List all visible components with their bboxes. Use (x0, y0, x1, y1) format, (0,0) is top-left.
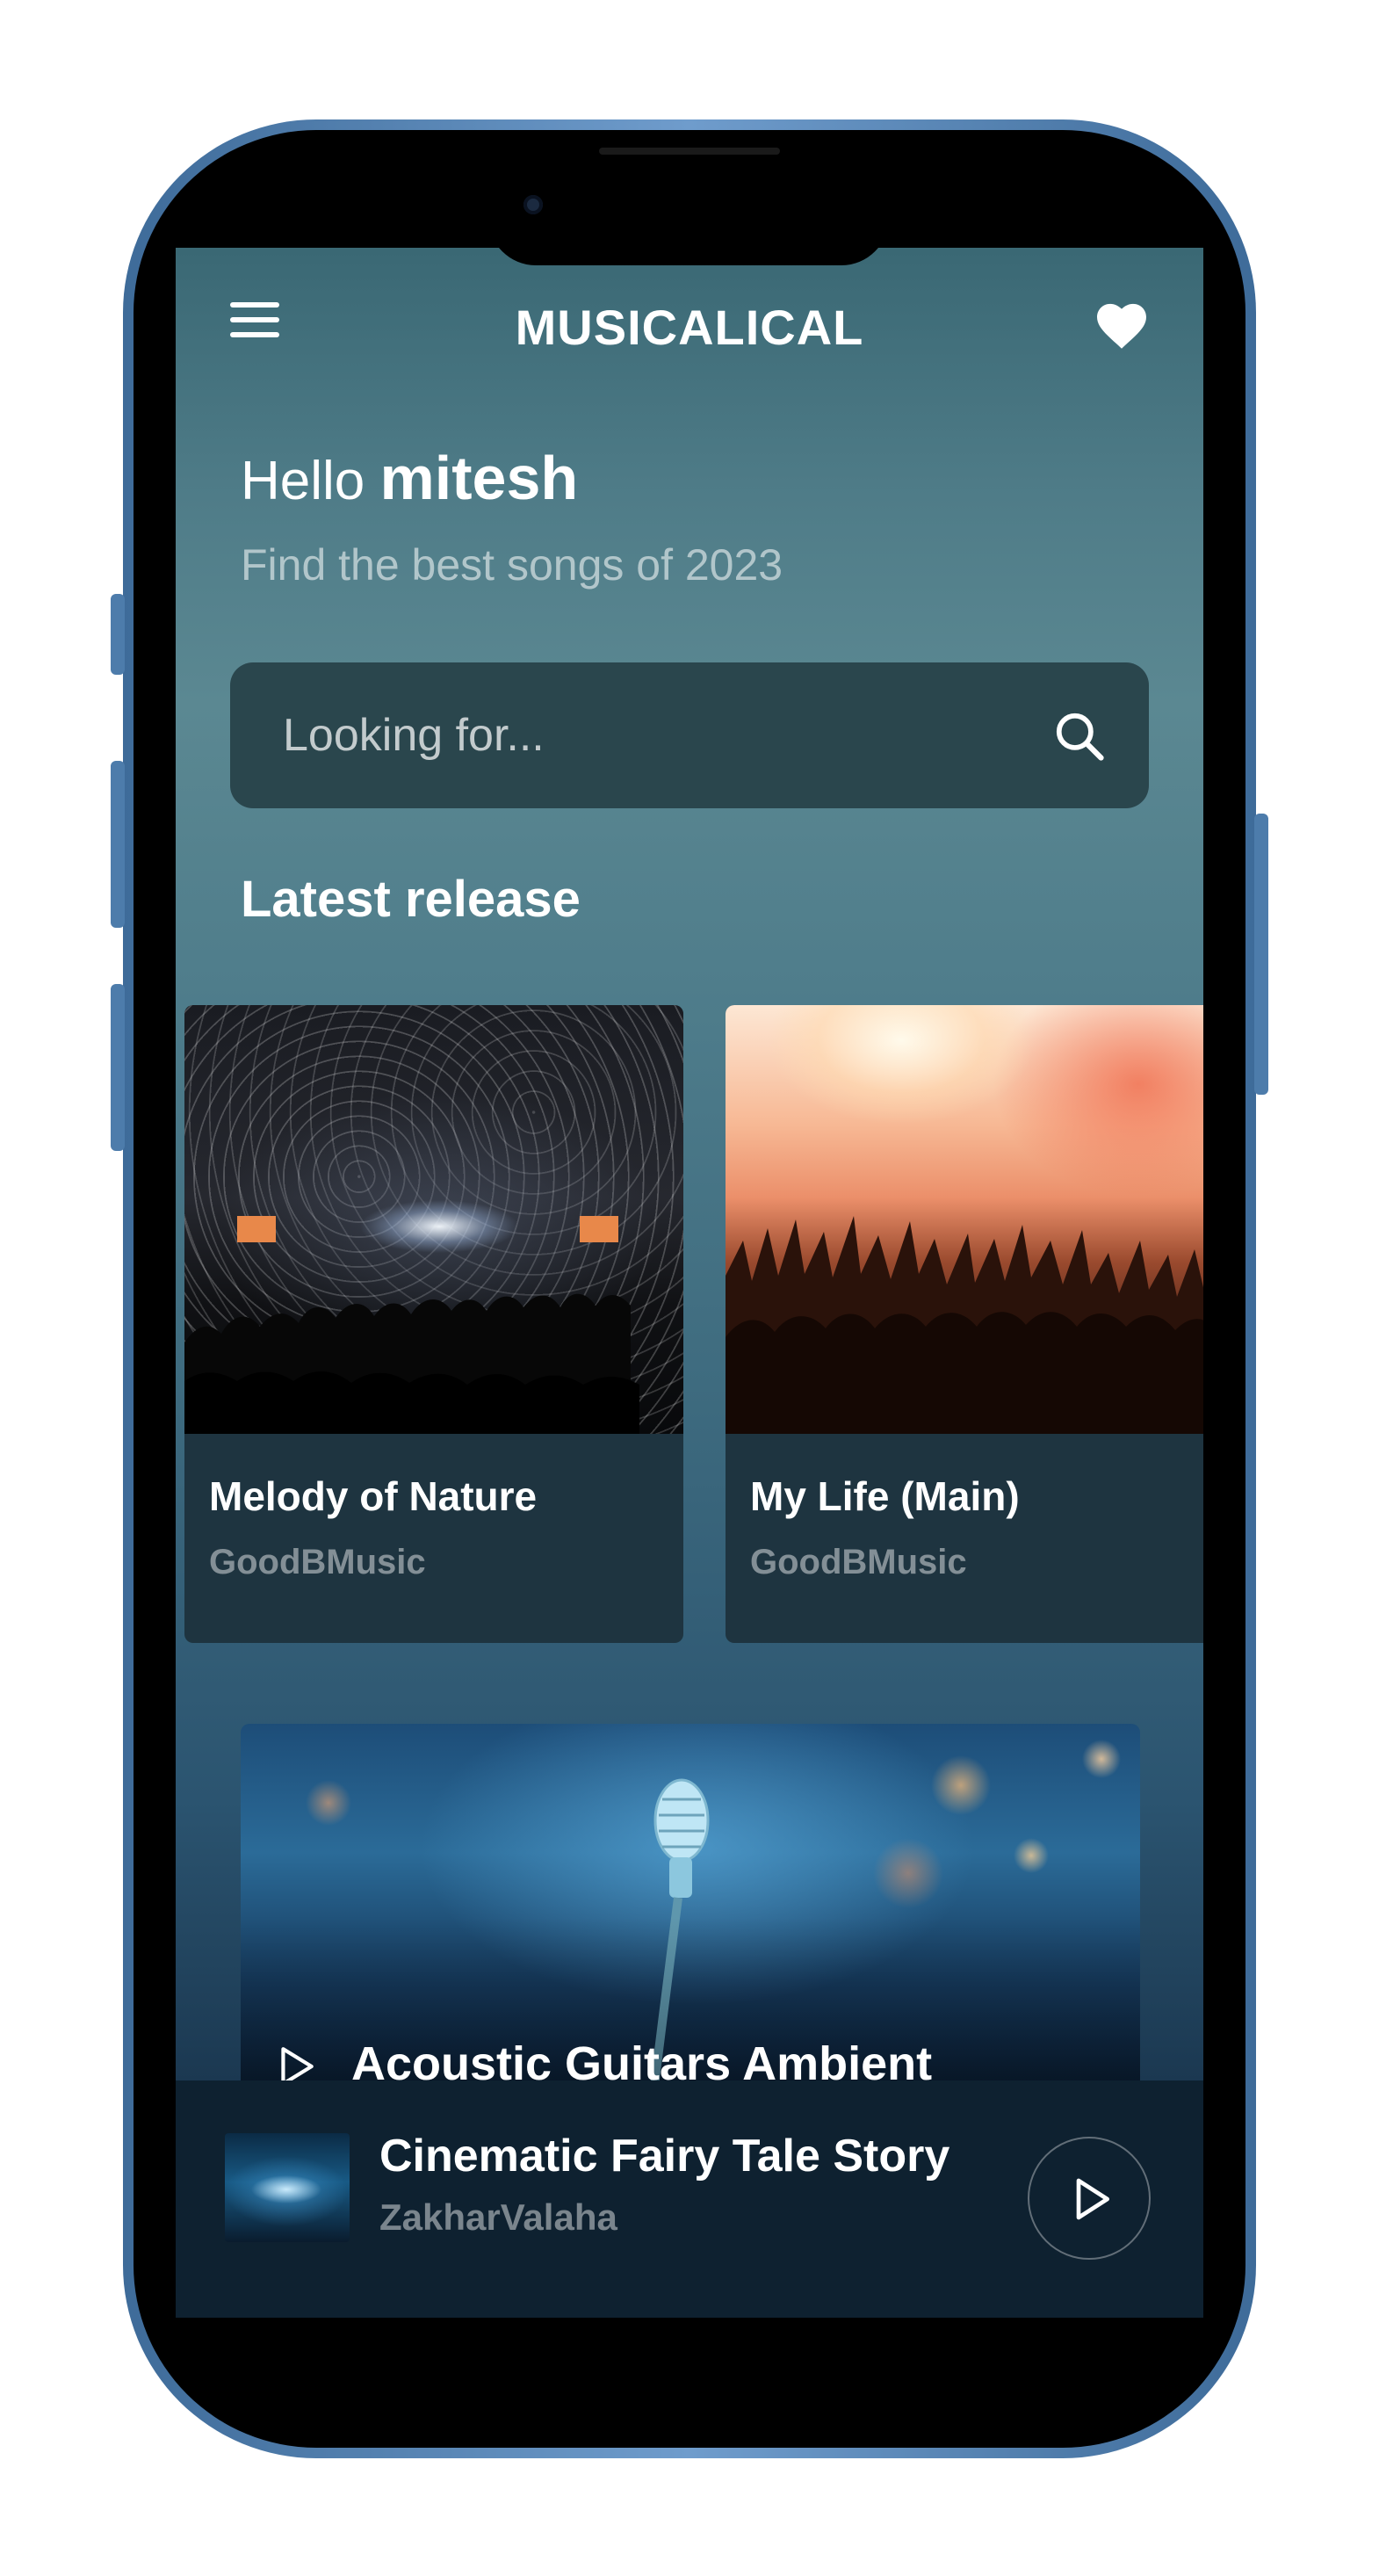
card-artist: GoodBMusic (209, 1543, 426, 1581)
volume-up-button (111, 761, 125, 928)
play-button[interactable] (1028, 2137, 1151, 2260)
card-title: My Life (Main) (750, 1473, 1020, 1519)
app-screen: MUSICALICAL Hello mitesh Find the best s… (176, 248, 1203, 2318)
greeting-subtitle: Find the best songs of 2023 (241, 540, 783, 590)
search-input[interactable] (281, 703, 1031, 768)
power-button (1254, 814, 1268, 1095)
card-artist: GoodBMusic (750, 1543, 967, 1581)
play-icon (1076, 2178, 1109, 2220)
now-playing-title: Cinematic Fairy Tale Story (379, 2131, 950, 2182)
album-art (726, 1005, 1203, 1434)
stage-screen-left (237, 1216, 276, 1242)
card-title: Melody of Nature (209, 1473, 538, 1519)
featured-track-card[interactable]: Acoustic Guitars Ambient (241, 1724, 1140, 2093)
front-camera (523, 195, 543, 214)
heart-icon[interactable] (1094, 300, 1149, 350)
search-icon[interactable] (1052, 708, 1107, 764)
now-playing-artwork (225, 2133, 350, 2242)
earpiece-speaker (599, 148, 780, 155)
user-name: mitesh (379, 444, 579, 512)
crowd-silhouette (726, 1216, 1203, 1434)
release-card[interactable]: My Life (Main) GoodBMusic (726, 1005, 1203, 1643)
greeting-hello: Hello (241, 451, 365, 511)
greeting: Hello mitesh (241, 443, 578, 513)
now-playing-bar[interactable]: Cinematic Fairy Tale Story ZakharValaha (176, 2080, 1203, 2318)
crowd-silhouette (184, 1293, 639, 1434)
stage-screen-right (580, 1216, 618, 1242)
latest-release-heading: Latest release (241, 871, 581, 928)
now-playing-artist: ZakharValaha (379, 2196, 617, 2238)
release-card[interactable]: Melody of Nature GoodBMusic (184, 1005, 683, 1643)
app-title: MUSICALICAL (515, 300, 864, 355)
album-art (184, 1005, 683, 1434)
search-bar[interactable] (230, 662, 1149, 808)
mute-switch (111, 594, 125, 675)
volume-down-button (111, 984, 125, 1151)
notch (488, 211, 889, 265)
